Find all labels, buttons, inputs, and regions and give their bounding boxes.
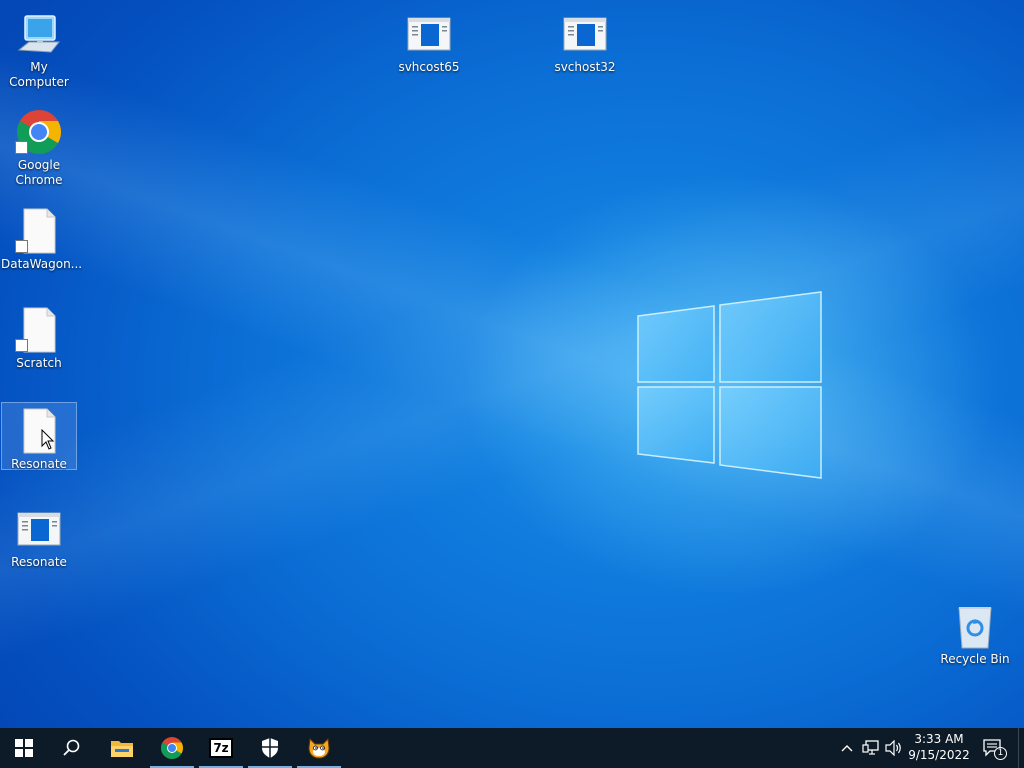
volume-button[interactable] bbox=[883, 728, 905, 768]
windows-logo-wallpaper bbox=[637, 291, 822, 479]
network-icon bbox=[862, 740, 879, 755]
mouse-cursor-icon bbox=[41, 429, 55, 450]
shortcut-arrow-icon bbox=[15, 240, 28, 253]
desktop-icon-datawagon[interactable]: DataWagon... bbox=[1, 203, 83, 272]
shortcut-arrow-icon bbox=[15, 141, 28, 154]
desktop-icon-label: Resonate bbox=[11, 555, 67, 569]
search-button[interactable] bbox=[48, 728, 96, 768]
desktop-icon-my-computer[interactable]: My Computer bbox=[1, 6, 77, 90]
show-desktop-button[interactable] bbox=[1018, 728, 1024, 768]
blank-file-icon bbox=[15, 207, 63, 255]
chrome-icon bbox=[161, 737, 183, 759]
blank-file-icon bbox=[15, 407, 63, 455]
taskbar-security[interactable] bbox=[246, 728, 294, 768]
chrome-icon bbox=[15, 108, 63, 156]
desktop-icon-google-chrome[interactable]: Google Chrome bbox=[1, 104, 77, 188]
search-icon bbox=[63, 739, 80, 756]
desktop-icon-label: DataWagon... bbox=[1, 257, 83, 271]
taskbar-file-explorer[interactable] bbox=[98, 728, 146, 768]
clock-time: 3:33 AM bbox=[914, 732, 964, 746]
desktop-icon-svchost32[interactable]: svchost32 bbox=[547, 6, 623, 75]
notification-count-badge: 1 bbox=[994, 747, 1007, 760]
taskbar: 7z 3:33 AM 9/15/2022 1 bbox=[0, 728, 1024, 768]
file-explorer-icon bbox=[111, 741, 133, 757]
desktop-icon-svhcost65[interactable]: svhcost65 bbox=[391, 6, 467, 75]
computer-icon bbox=[15, 10, 63, 58]
shortcut-arrow-icon bbox=[15, 339, 28, 352]
show-hidden-icons-button[interactable] bbox=[837, 728, 857, 768]
taskbar-scratch[interactable] bbox=[295, 728, 343, 768]
recycle-bin-icon bbox=[951, 602, 999, 650]
network-button[interactable] bbox=[860, 728, 882, 768]
scratch-cat-icon bbox=[308, 737, 330, 759]
desktop-icon-label: svchost32 bbox=[554, 60, 616, 74]
blank-file-icon bbox=[15, 306, 63, 354]
taskbar-clock[interactable]: 3:33 AM 9/15/2022 bbox=[906, 728, 972, 768]
desktop-icon-label: Google Chrome bbox=[15, 158, 63, 187]
wallpaper-light-beam bbox=[0, 0, 1024, 728]
shield-icon bbox=[262, 738, 278, 758]
desktop-icon-label: svhcost65 bbox=[398, 60, 460, 74]
desktop-icon-label: Resonate bbox=[11, 457, 67, 471]
desktop-icon-label: Recycle Bin bbox=[940, 652, 1010, 666]
application-window-icon bbox=[561, 10, 609, 58]
start-button[interactable] bbox=[0, 728, 48, 768]
speaker-icon bbox=[885, 740, 901, 756]
desktop-icon-label: Scratch bbox=[16, 356, 62, 370]
application-window-icon bbox=[405, 10, 453, 58]
7zip-icon: 7z bbox=[209, 738, 233, 758]
desktop-icon-recycle-bin[interactable]: Recycle Bin bbox=[937, 598, 1013, 667]
application-window-icon bbox=[15, 505, 63, 553]
desktop-icon-resonate-file[interactable]: Resonate bbox=[1, 402, 77, 471]
taskbar-chrome[interactable] bbox=[148, 728, 196, 768]
desktop-icon-label: My Computer bbox=[9, 60, 69, 89]
desktop-icon-scratch[interactable]: Scratch bbox=[1, 302, 77, 371]
7zip-label: 7z bbox=[213, 741, 229, 755]
clock-date: 9/15/2022 bbox=[908, 748, 970, 762]
action-center-button[interactable]: 1 bbox=[976, 728, 1010, 768]
taskbar-7zip[interactable]: 7z bbox=[197, 728, 245, 768]
chevron-up-icon bbox=[841, 745, 853, 752]
wallpaper-light-beam bbox=[0, 0, 1024, 728]
desktop-icon-resonate-app[interactable]: Resonate bbox=[1, 501, 77, 570]
windows-start-icon bbox=[15, 739, 33, 757]
